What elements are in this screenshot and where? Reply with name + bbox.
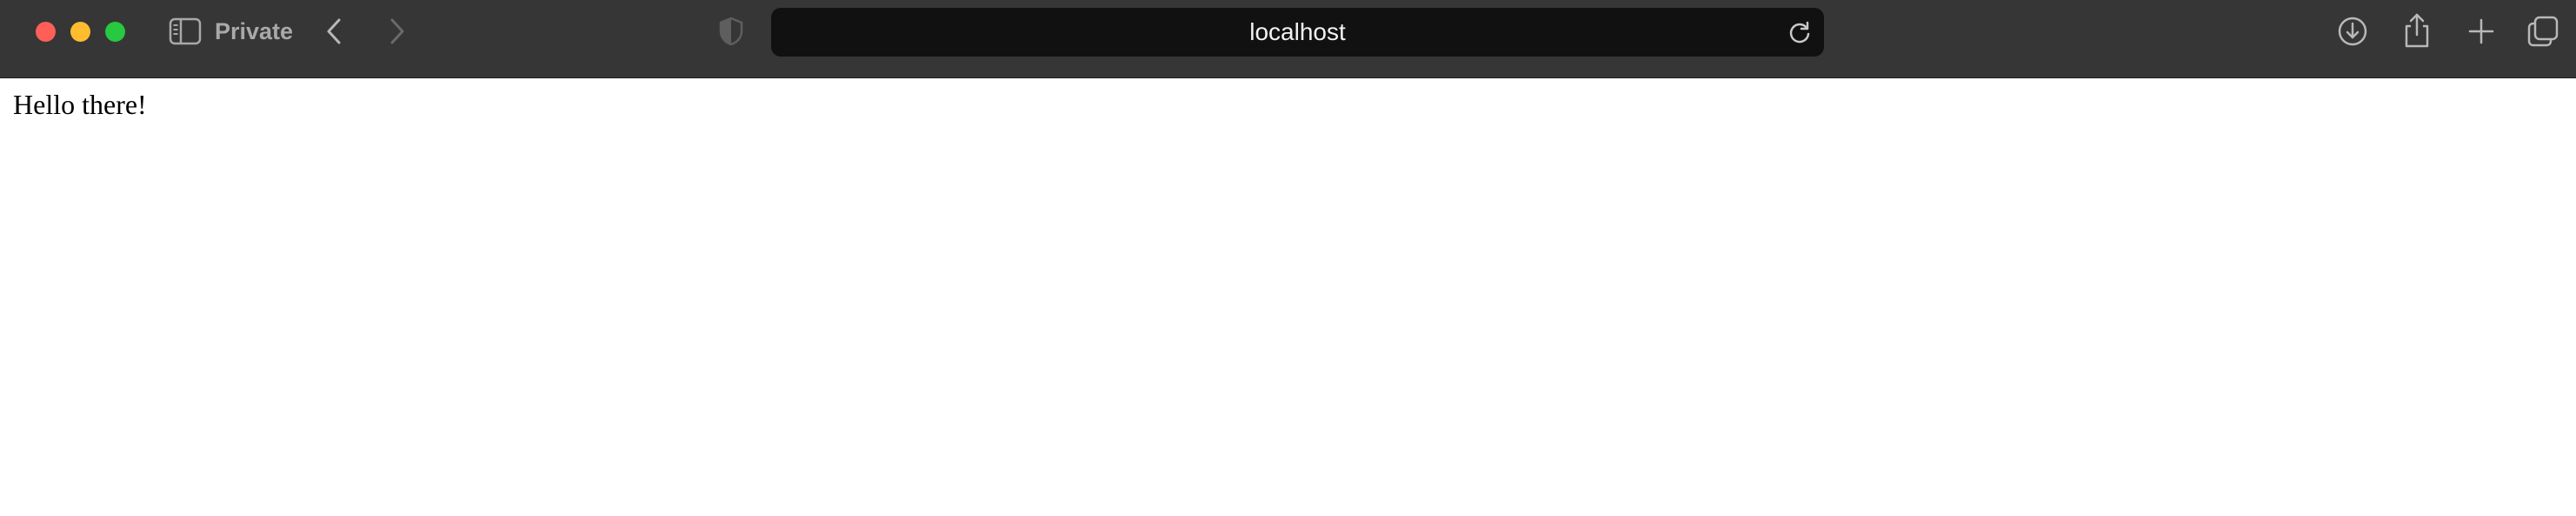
minimize-window-button[interactable] bbox=[70, 22, 90, 42]
maximize-window-button[interactable] bbox=[105, 22, 125, 42]
tab-overview-icon[interactable] bbox=[2526, 15, 2559, 48]
sidebar-icon-glyph bbox=[169, 17, 202, 45]
page-content: Hello there! bbox=[0, 78, 2576, 516]
share-icon[interactable] bbox=[2402, 12, 2432, 49]
browser-toolbar: Private localhost bbox=[0, 0, 2576, 78]
chevron-right-icon[interactable] bbox=[385, 16, 408, 47]
address-text[interactable]: localhost bbox=[771, 8, 1824, 57]
page-text: Hello there! bbox=[13, 89, 147, 120]
plus-icon[interactable] bbox=[2466, 16, 2497, 47]
private-mode-label: Private bbox=[215, 18, 294, 44]
address-bar[interactable]: localhost bbox=[771, 8, 1824, 57]
sidebar-icon[interactable] bbox=[169, 17, 202, 45]
chevron-left-icon[interactable] bbox=[323, 16, 346, 47]
reload-icon[interactable] bbox=[1787, 20, 1812, 44]
download-icon[interactable] bbox=[2337, 16, 2368, 47]
close-window-button[interactable] bbox=[36, 22, 56, 42]
shield-icon[interactable] bbox=[718, 16, 744, 47]
browser-window: Private localhost Hello there! bbox=[0, 0, 2576, 516]
